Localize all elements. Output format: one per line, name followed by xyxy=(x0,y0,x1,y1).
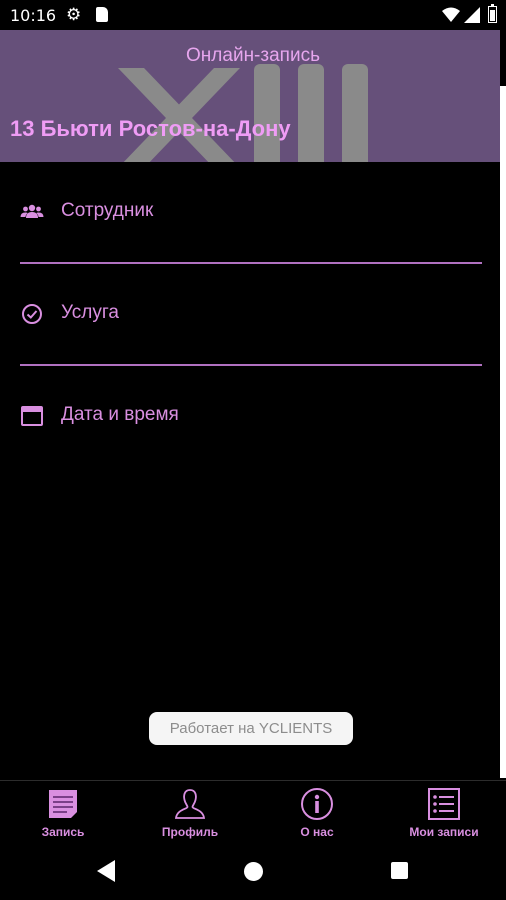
powered-by-badge[interactable]: Работает на YCLIENTS xyxy=(149,712,353,745)
sd-card-icon xyxy=(96,7,108,22)
menu-item-label: Сотрудник xyxy=(61,200,154,221)
bottom-nav: Запись Профиль О нас Мои записи xyxy=(0,780,506,843)
divider xyxy=(20,262,482,264)
settings-gear-icon: ⚙ xyxy=(66,5,82,25)
calendar-icon xyxy=(21,406,43,426)
nav-tab-label: Профиль xyxy=(161,825,219,839)
wifi-icon xyxy=(442,7,460,22)
page-title: Онлайн-запись xyxy=(186,45,320,66)
nav-tab-profile[interactable]: Профиль xyxy=(130,781,250,843)
nav-tab-label: О нас xyxy=(300,825,334,839)
signal-icon xyxy=(464,7,480,23)
nav-tab-my-bookings[interactable]: Мои записи xyxy=(384,781,504,843)
check-circle-icon xyxy=(22,304,42,324)
divider xyxy=(20,364,482,366)
back-icon[interactable] xyxy=(97,860,115,882)
menu-item-datetime[interactable]: Дата и время xyxy=(0,386,506,446)
recent-apps-icon[interactable] xyxy=(391,862,408,879)
company-name: 13 Бьюти Ростов-на-Дону xyxy=(10,116,291,141)
nav-tab-label: Запись xyxy=(41,825,85,839)
nav-tab-label: Мои записи xyxy=(409,825,479,839)
menu-item-service[interactable]: Услуга xyxy=(0,284,506,344)
nav-tab-about[interactable]: О нас xyxy=(257,781,377,843)
people-icon xyxy=(20,204,44,218)
info-icon xyxy=(301,788,333,820)
nav-tab-booking[interactable]: Запись xyxy=(3,781,123,843)
menu-item-label: Услуга xyxy=(61,302,119,323)
system-nav-bar xyxy=(0,842,506,900)
battery-icon xyxy=(488,4,497,23)
list-icon xyxy=(428,788,460,820)
document-icon xyxy=(49,790,77,818)
header: Онлайн-запись 13 Бьюти Ростов-на-Дону xyxy=(0,30,500,162)
status-time: 10:16 xyxy=(10,6,57,25)
home-icon[interactable] xyxy=(244,862,263,881)
status-bar: 10:16 ⚙ xyxy=(0,0,506,30)
menu-item-employee[interactable]: Сотрудник xyxy=(0,182,506,242)
company-logo xyxy=(118,64,368,162)
person-icon xyxy=(174,789,206,819)
menu-item-label: Дата и время xyxy=(61,404,179,425)
